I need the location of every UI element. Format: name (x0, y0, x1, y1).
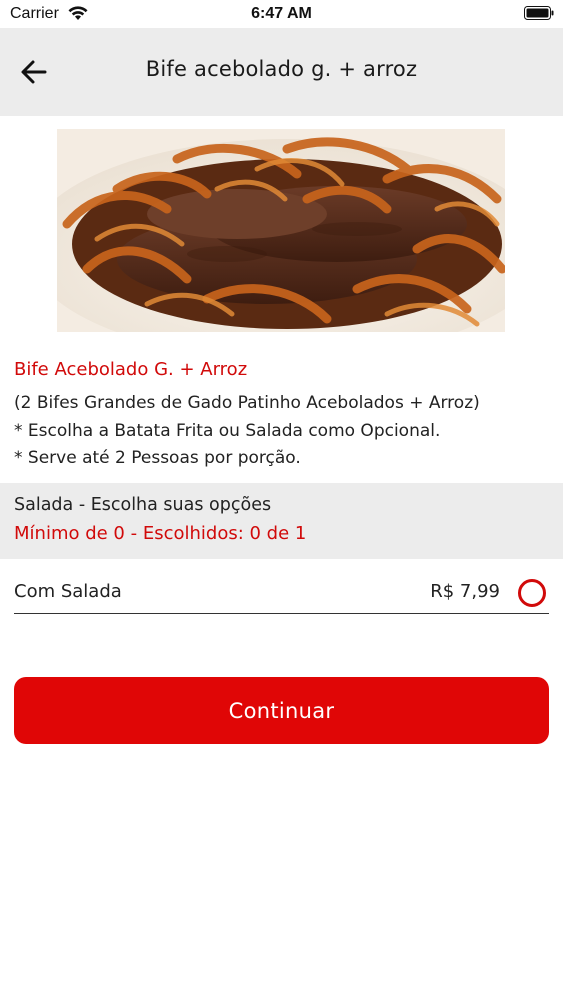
product-name: Bife Acebolado G. + Arroz (14, 359, 248, 380)
status-time: 6:47 AM (251, 5, 312, 22)
page-title: Bife acebolado g. + arroz (145, 57, 418, 81)
battery-icon (524, 6, 554, 20)
option-label: Com Salada (14, 581, 122, 602)
product-description: (2 Bifes Grandes de Gado Patinho Acebola… (14, 390, 554, 473)
options-group-rule: Mínimo de 0 - Escolhidos: 0 de 1 (14, 523, 307, 544)
options-group-title: Salada - Escolha suas opções (14, 495, 272, 515)
back-arrow-icon[interactable] (18, 56, 50, 88)
options-group-header: Salada - Escolha suas opções Mínimo de 0… (0, 483, 563, 559)
option-radio-button[interactable] (518, 579, 546, 607)
continue-button[interactable]: Continuar (14, 677, 549, 744)
option-row-com-salada[interactable]: Com Salada R$ 7,99 (14, 562, 549, 614)
option-price: R$ 7,99 (430, 581, 500, 602)
top-app-bar: Bife acebolado g. + arroz (0, 28, 563, 116)
description-line: (2 Bifes Grandes de Gado Patinho Acebola… (14, 393, 480, 413)
description-line: * Escolha a Batata Frita ou Salada como … (14, 420, 441, 441)
description-line: * Serve até 2 Pessoas por porção. (14, 448, 301, 468)
steak-onions-photo (57, 129, 505, 332)
status-bar: Carrier 6:47 AM (0, 0, 563, 28)
product-image (57, 129, 505, 332)
